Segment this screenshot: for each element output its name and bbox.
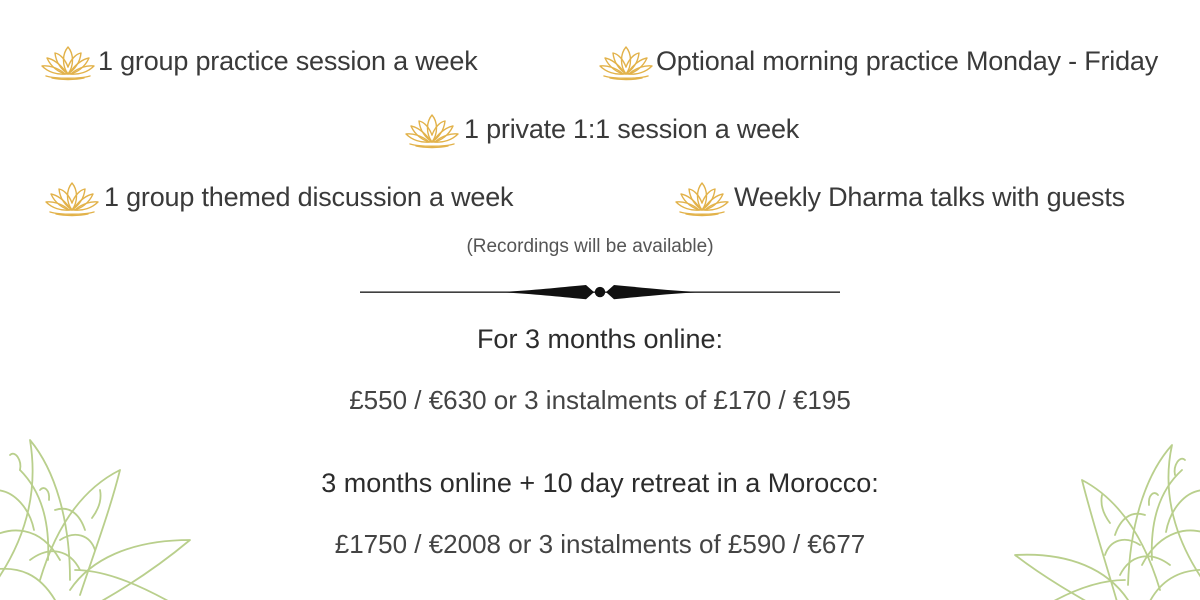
pricing-heading-online: For 3 months online:	[476, 324, 724, 354]
feature-label: Optional morning practice Monday - Frida…	[656, 45, 1159, 76]
lotus-flower-outline-icon	[0, 439, 191, 600]
feature-label: 1 private 1:1 session a week	[464, 113, 800, 144]
feature-private-session: 1 private 1:1 session a week	[404, 107, 799, 151]
ornamental-divider-icon	[360, 285, 840, 300]
lotus-icon	[598, 41, 654, 81]
lotus-icon	[674, 177, 730, 217]
lotus-icon	[40, 41, 96, 81]
lotus-icon	[44, 177, 100, 217]
feature-themed-discussion: 1 group themed discussion a week	[44, 175, 514, 219]
feature-group-practice: 1 group practice session a week	[40, 39, 478, 83]
lotus-icon	[404, 109, 460, 149]
recordings-note: (Recordings will be available)	[466, 236, 714, 257]
feature-dharma-talks: Weekly Dharma talks with guests	[674, 175, 1125, 219]
feature-morning-practice: Optional morning practice Monday - Frida…	[598, 39, 1158, 83]
pricing-price-online: £550 / €630 or 3 instalments of £170 / €…	[349, 385, 851, 415]
lotus-flower-outline-icon	[1014, 444, 1200, 600]
feature-label: Weekly Dharma talks with guests	[734, 181, 1125, 212]
feature-label: 1 group themed discussion a week	[104, 181, 514, 212]
feature-label: 1 group practice session a week	[98, 45, 478, 76]
